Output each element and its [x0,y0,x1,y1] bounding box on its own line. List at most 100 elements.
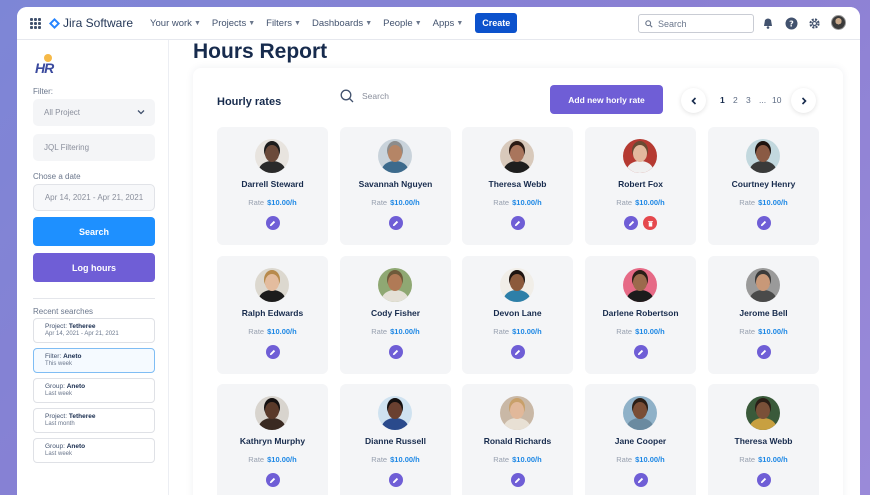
filter-label: Filter: [33,87,53,96]
nav-apps[interactable]: Apps ▼ [433,18,464,29]
rate-line: Rate $10.00/h [585,198,696,207]
card-actions [340,473,451,487]
date-range-picker[interactable]: Apr 14, 2021 - Apr 21, 2021 [33,184,155,211]
nav-dashboards[interactable]: Dashboards ▼ [312,18,372,29]
rate-value: $10.00/h [635,455,665,464]
rate-line: Rate $10.00/h [217,455,328,464]
avatar-body [750,418,776,430]
card-actions [340,216,451,230]
edit-icon[interactable] [756,345,771,359]
edit-icon[interactable] [265,216,280,230]
avatar-head [265,274,279,291]
next-page-button[interactable] [791,88,816,113]
rate-value: $10.00/h [390,198,420,207]
avatar-body [382,161,408,173]
recent-search-item[interactable]: Group: Aneto Last week [33,378,155,403]
rate-card: Ronald Richards Rate $10.00/h [462,384,573,495]
edit-icon[interactable] [388,216,403,230]
create-button[interactable]: Create [475,13,518,33]
jql-filter-input[interactable]: JQL Filtering [33,134,155,161]
avatar-head [756,402,770,419]
person-avatar [378,139,412,173]
person-avatar [255,139,289,173]
panel-search-input[interactable]: Search [340,89,389,103]
rate-value: $10.00/h [635,327,665,336]
card-actions [462,473,573,487]
chevron-down-icon: ▼ [193,19,201,27]
recent-searches-label: Recent searches [33,307,94,316]
edit-icon[interactable] [265,473,280,487]
rate-value: $10.00/h [390,327,420,336]
rate-card: Darlene Robertson Rate $10.00/h [585,256,696,374]
person-name: Dianne Russell [365,436,426,446]
nav-your-work[interactable]: Your work ▼ [150,18,201,29]
jira-logo[interactable]: Jira Software [49,16,133,30]
person-name: Darlene Robertson [602,308,679,318]
person-name: Courtney Henry [731,179,796,189]
recent-search-item-active[interactable]: Filter: Aneto This week [33,348,155,373]
person-avatar [378,396,412,430]
edit-icon[interactable] [388,473,403,487]
nav-filters[interactable]: Filters ▼ [266,18,301,29]
log-hours-button[interactable]: Log hours [33,253,155,282]
rate-label: Rate [739,198,756,207]
person-name: Ronald Richards [483,436,552,446]
avatar-head [265,402,279,419]
prev-page-button[interactable] [681,88,706,113]
rate-line: Rate $10.00/h [585,455,696,464]
rate-line: Rate $10.00/h [217,327,328,336]
settings-gear-icon[interactable] [807,16,821,30]
rate-card: Theresa Webb Rate $10.00/h [462,127,573,245]
card-actions [462,345,573,359]
page-2[interactable]: 2 [733,95,738,105]
add-hourly-rate-button[interactable]: Add new horly rate [550,85,663,114]
page-10[interactable]: 10 [772,95,781,105]
rate-card: Theresa Webb Rate $10.00/h [708,384,819,495]
card-actions [708,216,819,230]
chevron-right-icon [801,96,807,105]
edit-icon[interactable] [510,345,525,359]
edit-icon[interactable] [510,216,525,230]
notifications-icon[interactable] [761,16,775,30]
avatar-body [627,161,653,173]
edit-icon[interactable] [510,473,525,487]
person-name: Cody Fisher [370,308,421,318]
rate-card: Jane Cooper Rate $10.00/h [585,384,696,495]
edit-icon[interactable] [756,473,771,487]
rate-label: Rate [248,455,265,464]
project-select[interactable]: All Project [33,99,155,126]
delete-icon[interactable] [643,216,657,230]
nav-projects[interactable]: Projects ▼ [212,18,255,29]
user-avatar[interactable] [831,15,846,30]
person-avatar [500,139,534,173]
recent-search-item[interactable]: Project: Tetheree Apr 14, 2021 - Apr 21,… [33,318,155,343]
page-3[interactable]: 3 [746,95,751,105]
card-actions [585,216,696,230]
app-switcher-icon[interactable] [30,17,41,29]
rate-label: Rate [493,455,510,464]
help-icon[interactable]: ? [784,16,798,30]
avatar-head [388,402,402,419]
edit-icon[interactable] [388,345,403,359]
person-avatar [255,268,289,302]
rate-line: Rate $10.00/h [708,455,819,464]
person-avatar [746,139,780,173]
chevron-down-icon: ▼ [414,19,422,27]
person-name: Ralph Edwards [241,308,304,318]
edit-icon[interactable] [633,345,648,359]
page-1[interactable]: 1 [720,95,725,105]
nav-people[interactable]: People ▼ [383,18,422,29]
edit-icon[interactable] [633,473,648,487]
rate-value: $10.00/h [267,327,297,336]
edit-icon[interactable] [624,216,638,230]
search-icon [645,19,653,28]
edit-icon[interactable] [265,345,280,359]
person-avatar [623,396,657,430]
recent-search-item[interactable]: Group: Aneto Last week [33,438,155,463]
rate-card: Courtney Henry Rate $10.00/h [708,127,819,245]
avatar-body [382,290,408,302]
global-search-input[interactable]: Search [638,14,754,33]
recent-search-item[interactable]: Project: Tetheree Last month [33,408,155,433]
search-button[interactable]: Search [33,217,155,246]
edit-icon[interactable] [756,216,771,230]
